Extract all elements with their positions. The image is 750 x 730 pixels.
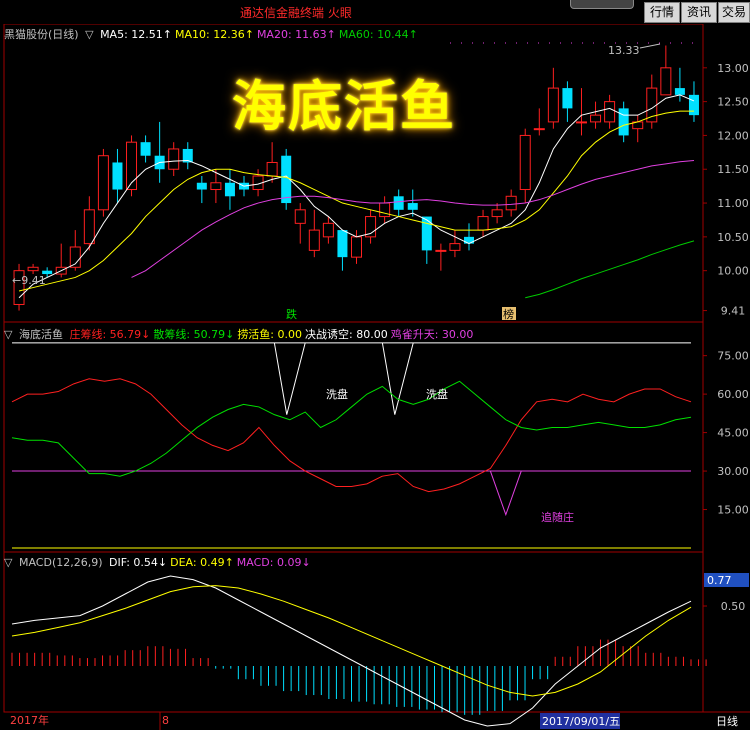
overlay-title: 海底活鱼 <box>232 75 456 138</box>
candle <box>533 128 545 131</box>
y-tick-label: 11.50 <box>717 163 749 176</box>
candle <box>407 203 418 210</box>
san-line <box>11 380 692 477</box>
candle <box>210 182 222 191</box>
dip-2 <box>381 342 414 415</box>
y-tick-label: 12.50 <box>717 96 749 109</box>
macd-title: MACD(12,26,9) <box>18 556 103 569</box>
trade-button[interactable]: 交易 <box>718 2 750 23</box>
zhuang-line <box>11 378 692 493</box>
candle <box>294 209 306 224</box>
y-tick-label: 12.00 <box>717 129 749 142</box>
main-legend: 黑猫股份(日线) ▽ MA5: 12.51↑ MA10: 12.36↑ MA20: … <box>4 26 424 42</box>
collapse-icon[interactable]: ▽ <box>4 328 12 341</box>
collapse-icon[interactable]: ▽ <box>4 556 12 569</box>
indicator-title: 海底活鱼 <box>18 328 63 341</box>
candle <box>449 243 461 251</box>
candle <box>519 134 531 191</box>
marker-left: 跌 <box>286 307 297 321</box>
y-tick-label: 10.50 <box>717 231 749 244</box>
y-tick-label: 60.00 <box>717 388 749 401</box>
y-tick-label: 13.00 <box>717 62 749 75</box>
stock-name: 黑猫股份(日线) <box>4 28 79 41</box>
y-tick-label: 75.00 <box>717 350 749 363</box>
ma-label-3: MA60: 10.44↑ <box>338 28 418 41</box>
candle <box>660 67 672 96</box>
dip-1 <box>273 342 306 415</box>
candle <box>168 148 180 170</box>
candle <box>393 196 404 210</box>
candle <box>505 195 517 211</box>
period-label: 日线 <box>716 714 738 728</box>
low-label: ←9.41 <box>12 274 46 287</box>
dif-line <box>11 575 692 727</box>
indicator-label-4: 鸡雀升天: 30.00 <box>390 328 474 341</box>
dip-3 <box>489 470 522 517</box>
candle <box>604 101 616 123</box>
y-tick-label: 0.50 <box>721 600 746 613</box>
candle <box>266 161 278 177</box>
candle <box>351 236 362 258</box>
footer-date: 2017/09/01/五 <box>542 715 620 728</box>
indicator-label-0: 庄筹线: 56.79↓ <box>69 328 151 341</box>
macd-label-2: MACD: 0.09↓ <box>236 556 311 569</box>
candle <box>97 155 109 211</box>
market-button[interactable]: 行情 <box>644 2 680 23</box>
candle <box>224 182 235 197</box>
candle <box>435 249 447 252</box>
candle <box>491 209 503 218</box>
candle <box>547 87 559 123</box>
candle <box>112 162 123 190</box>
candle <box>308 229 320 251</box>
annotation-wash1: 洗盘 <box>326 387 348 401</box>
app-title: 通达信金融终端 火眼 <box>240 6 352 20</box>
candle <box>421 216 432 251</box>
indicator-label-2: 捞活鱼: 0.00 <box>237 328 303 341</box>
y-tick-label: 45.00 <box>717 427 749 440</box>
window-grip[interactable] <box>570 0 634 9</box>
candle <box>463 236 474 244</box>
candle <box>575 121 587 124</box>
annotation-wash2: 洗盘 <box>426 387 448 401</box>
collapse-icon[interactable]: ▽ <box>85 28 93 41</box>
marker-right: 榜 <box>503 307 514 321</box>
candle <box>337 230 348 258</box>
candle <box>562 88 573 109</box>
candle <box>140 142 151 156</box>
candle <box>27 266 39 272</box>
ma60-line <box>525 240 695 299</box>
annotation-follow: 追随庄 <box>541 510 574 524</box>
candle <box>477 216 489 231</box>
indicator-label-3: 决战诱空: 80.00 <box>305 328 388 341</box>
macd-label-0: DIF: 0.54↓ <box>109 556 168 569</box>
macd-label-1: DEA: 0.49↑ <box>170 556 234 569</box>
title-bar: 通达信金融终端 火眼 行情 资讯 交易 <box>0 0 750 24</box>
candle <box>688 94 699 116</box>
y-tick-label: 11.00 <box>717 197 749 210</box>
candle <box>322 222 334 238</box>
high-label: 13.33 <box>608 44 640 57</box>
y-tick-label: 15.00 <box>717 504 749 517</box>
y-tick-label: 10.00 <box>717 265 749 278</box>
indicator-legend: ▽ 海底活鱼 庄筹线: 56.79↓ 散筹线: 50.79↓ 捞活鱼: 0.00 决战… <box>4 326 479 342</box>
candle <box>618 108 629 136</box>
high-arrow <box>639 43 661 49</box>
y-tick-label: 30.00 <box>717 465 749 478</box>
ma-label-0: MA5: 12.51↑ <box>100 28 172 41</box>
indicator-label-1: 散筹线: 50.79↓ <box>153 328 235 341</box>
ma-label-2: MA20: 11.63↑ <box>256 28 336 41</box>
candle <box>196 182 207 190</box>
news-button[interactable]: 资讯 <box>681 2 717 23</box>
candle <box>83 209 95 245</box>
footer-year: 2017年 <box>10 713 49 727</box>
candle <box>590 114 602 123</box>
ma-label-1: MA10: 12.36↑ <box>175 28 254 41</box>
macd-legend: ▽ MACD(12,26,9) DIF: 0.54↓ DEA: 0.49↑ MACD… <box>4 556 317 569</box>
current-value: 0.77 <box>707 574 732 587</box>
y-tick-label: 9.41 <box>721 305 746 318</box>
footer-month: 8 <box>162 714 169 727</box>
candle <box>674 88 685 95</box>
